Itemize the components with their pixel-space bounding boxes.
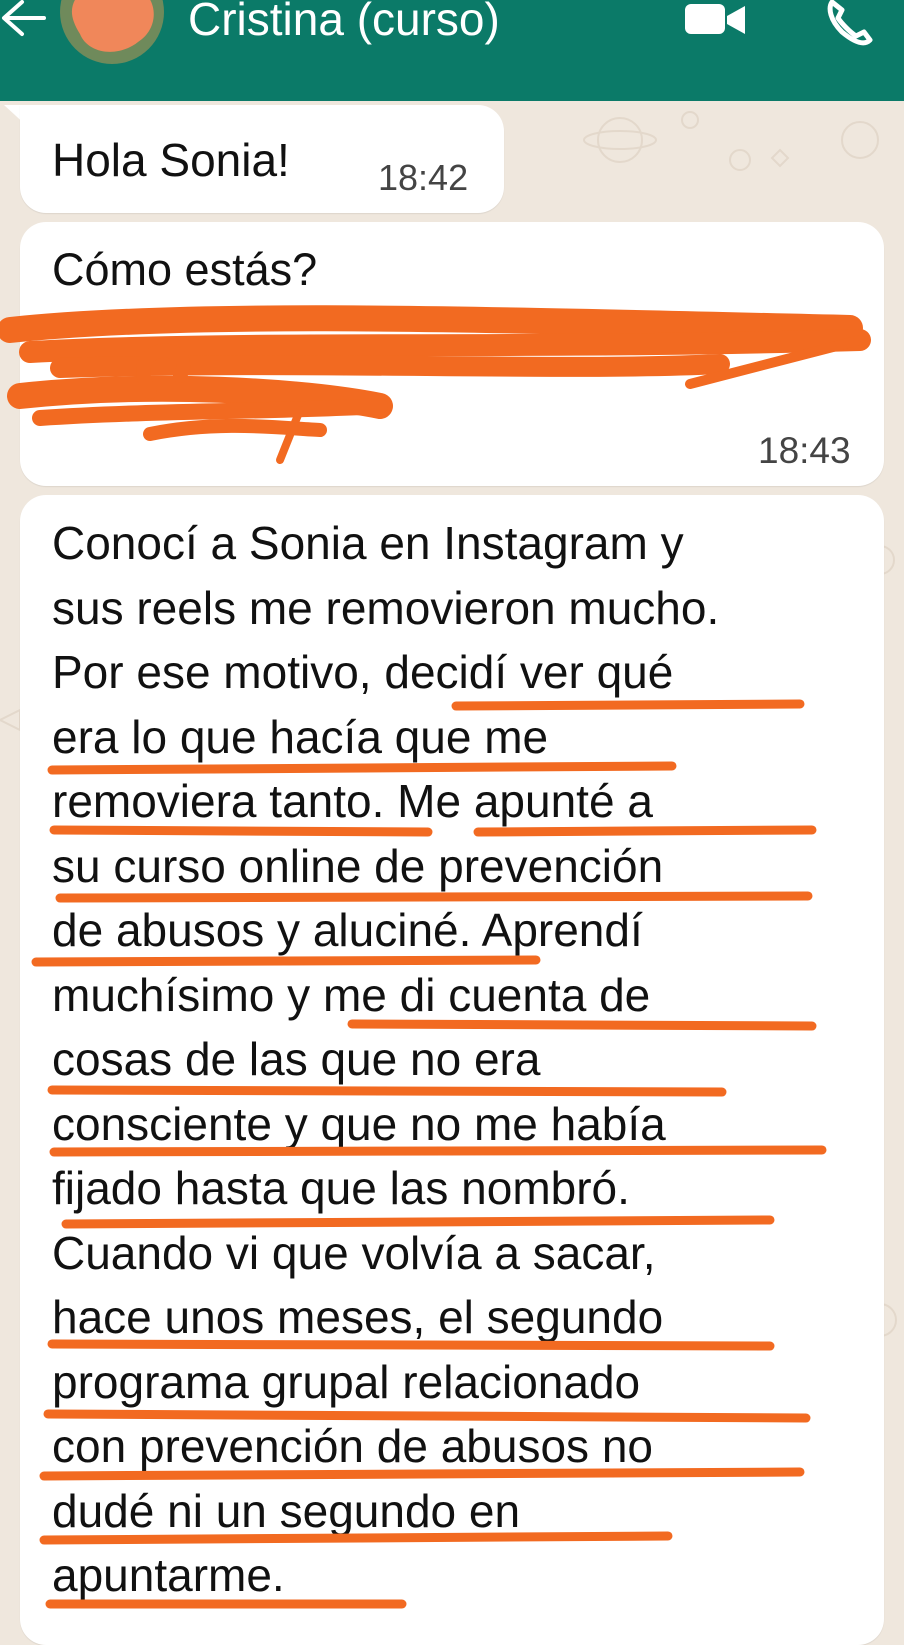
message-line: removiera tanto. Me apunté a: [52, 775, 653, 827]
message-time: 18:42: [378, 157, 469, 198]
message-line: Conocí a Sonia en Instagram y: [52, 517, 684, 569]
message-line: sus reels me removieron mucho.: [52, 581, 720, 634]
message-text: Hola Sonia!: [52, 134, 290, 186]
avatar-redaction: [71, 0, 154, 52]
message-line: hace unos meses, el segundo: [52, 1291, 664, 1343]
message-line: apuntarme.: [52, 1549, 285, 1601]
back-arrow-icon[interactable]: [0, 0, 50, 50]
contact-name[interactable]: Cristina (curso): [188, 0, 500, 44]
message-line: consciente y que no me había: [52, 1097, 666, 1150]
message-bubble-testimonial[interactable]: Conocí a Sonia en Instagram y sus reels …: [20, 495, 884, 1645]
message-line: Por ese motivo, decidí ver qué: [52, 646, 674, 698]
chat-header: Cristina (curso): [0, 0, 904, 101]
message-line: muchísimo y me di cuenta de: [52, 968, 651, 1021]
message-line: con prevención de abusos no: [52, 1420, 653, 1472]
message-text: Cómo estás?: [52, 244, 318, 295]
message-line: de abusos y aluciné. Aprendí: [52, 904, 643, 956]
video-call-icon[interactable]: [685, 0, 747, 40]
contact-avatar[interactable]: [60, 0, 164, 64]
message-text: Conocí a Sonia en Instagram y sus reels …: [52, 511, 882, 1608]
message-bubble-greeting[interactable]: Hola Sonia! 18:42: [20, 105, 504, 213]
message-line: era lo que hacía que me: [52, 710, 549, 763]
message-line: programa grupal relacionado: [52, 1355, 641, 1408]
message-line: dudé ni un segundo en: [52, 1484, 521, 1537]
message-line: fijado hasta que las nombró.: [52, 1162, 630, 1214]
message-line: su curso online de prevención: [52, 839, 664, 892]
phone-call-icon[interactable]: [826, 0, 876, 46]
redaction-scribble: [0, 305, 871, 464]
message-line: Cuando vi que volvía a sacar,: [52, 1226, 656, 1279]
message-line: cosas de las que no era: [52, 1033, 541, 1085]
